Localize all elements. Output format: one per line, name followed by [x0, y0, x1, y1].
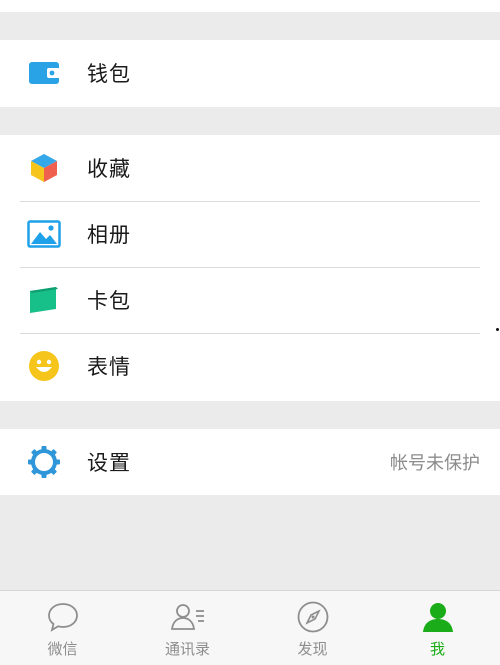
tab-discover[interactable]: 发现 [250, 591, 375, 665]
tab-label: 微信 [47, 640, 78, 658]
wallet-row[interactable]: 钱包 [0, 40, 500, 106]
card-package-icon [26, 282, 62, 318]
card-package-label: 卡包 [87, 289, 131, 313]
chat-bubble-icon [45, 599, 81, 635]
wallet-icon [26, 55, 62, 91]
contacts-icon [170, 599, 206, 635]
tab-label: 发现 [297, 640, 328, 658]
album-row[interactable]: 相册 [0, 201, 500, 267]
bottom-tab-bar: 微信 通讯录 发现 我 [0, 590, 500, 665]
stray-dot [496, 328, 499, 331]
me-page: 钱包 收藏 相册 卡包 表情 设置 帐号未保护 微信 通讯录 发现 我 [0, 0, 500, 665]
card-package-row[interactable]: 卡包 [0, 267, 500, 333]
wallet-group: 钱包 [0, 40, 500, 107]
top-section-edge [0, 0, 500, 12]
favorites-label: 收藏 [87, 157, 131, 181]
favorites-row[interactable]: 收藏 [0, 135, 500, 201]
tab-label: 通讯录 [164, 640, 210, 658]
account-unprotected-text: 帐号未保护 [390, 453, 480, 474]
album-picture-icon [26, 216, 62, 252]
gear-icon [26, 444, 62, 480]
features-group: 收藏 相册 卡包 表情 [0, 135, 500, 401]
tab-contacts[interactable]: 通讯录 [125, 591, 250, 665]
favorites-cube-icon [26, 150, 62, 186]
album-label: 相册 [87, 223, 131, 247]
stickers-row[interactable]: 表情 [0, 333, 500, 399]
tab-chats[interactable]: 微信 [0, 591, 125, 665]
settings-label: 设置 [87, 451, 131, 475]
person-icon [420, 599, 456, 635]
settings-row[interactable]: 设置 帐号未保护 [0, 429, 500, 495]
wallet-label: 钱包 [87, 62, 131, 86]
tab-me[interactable]: 我 [375, 591, 500, 665]
smiley-face-icon [26, 348, 62, 384]
tab-label: 我 [429, 640, 445, 658]
stickers-label: 表情 [87, 355, 131, 379]
compass-icon [295, 599, 331, 635]
settings-group: 设置 帐号未保护 [0, 429, 500, 495]
